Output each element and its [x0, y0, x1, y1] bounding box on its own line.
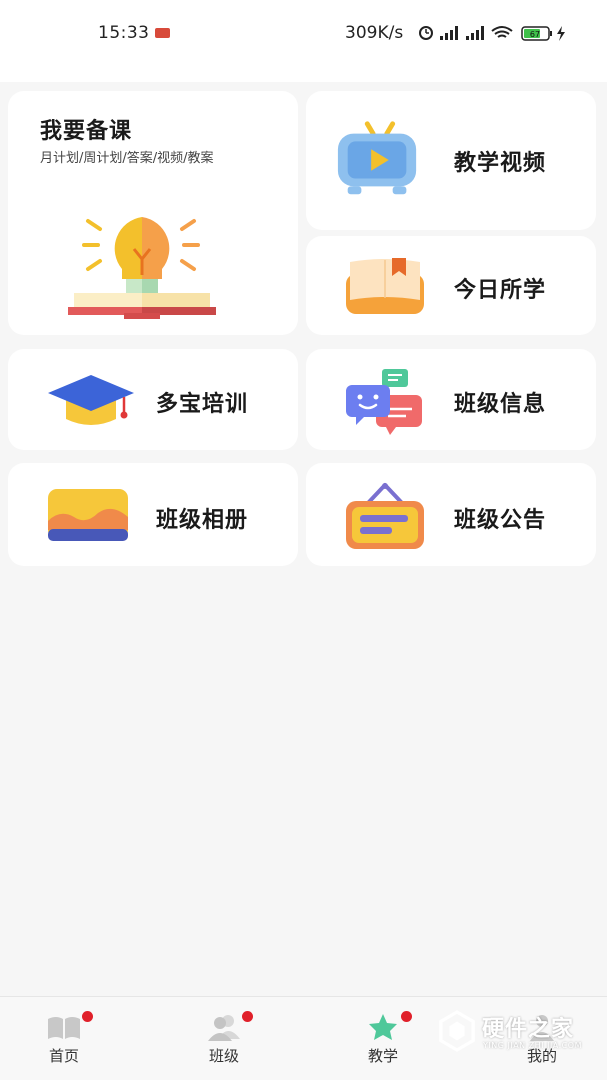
duobao-training-card[interactable]: 多宝培训	[8, 349, 298, 450]
watermark-text: 硬件之家	[482, 1017, 575, 1042]
tv-play-icon	[337, 121, 417, 195]
status-icons: 67	[419, 26, 565, 41]
tab-home-notification-dot	[82, 1011, 93, 1022]
class-notice-title: 班级公告	[454, 508, 547, 533]
class-album-card[interactable]: 班级相册	[8, 463, 298, 566]
class-notice-card[interactable]: 班级公告	[306, 463, 596, 566]
tab-teaching[interactable]: 教学	[333, 997, 433, 1080]
status-time: 15:33	[98, 23, 150, 43]
today-learning-title: 今日所学	[454, 278, 547, 303]
tab-class-notification-dot	[242, 1011, 253, 1022]
watermark-subtext: YING JIAN ZHI JIA.COM	[483, 1041, 582, 1050]
class-info-title: 班级信息	[454, 392, 547, 417]
users-icon	[208, 1015, 240, 1041]
network-speed: 309K/s	[345, 23, 404, 43]
battery-icon: 67	[521, 26, 552, 41]
charging-icon	[557, 26, 565, 41]
svg-text:67: 67	[530, 30, 540, 39]
watermark: 硬件之家 YING JIAN ZHI JIA.COM	[438, 1008, 598, 1068]
graduation-cap-icon	[48, 375, 134, 425]
class-album-title: 班级相册	[156, 508, 249, 533]
prepare-lesson-card[interactable]: 我要备课 月计划/周计划/答案/视频/教案	[8, 91, 298, 335]
tab-home-label: 首页	[48, 1047, 79, 1065]
tab-teaching-notification-dot	[401, 1011, 412, 1022]
duobao-training-title: 多宝培训	[156, 392, 249, 417]
teaching-video-card[interactable]: 教学视频	[306, 91, 596, 230]
chat-bubbles-icon	[346, 369, 422, 435]
star-icon	[369, 1014, 397, 1040]
tab-teaching-label: 教学	[367, 1047, 398, 1065]
wifi-icon	[491, 26, 513, 38]
class-info-card[interactable]: 班级信息	[306, 349, 596, 450]
signal-icon	[440, 26, 458, 40]
teaching-video-title: 教学视频	[454, 151, 547, 176]
book-icon	[48, 1017, 80, 1039]
today-learning-card[interactable]: 今日所学	[306, 236, 596, 335]
status-bar: 15:33 309K/s 67	[0, 0, 607, 82]
prepare-lesson-title: 我要备课	[40, 119, 133, 144]
notification-badge-icon	[155, 28, 170, 38]
watermark-logo-icon	[439, 1010, 475, 1052]
tab-class[interactable]: 班级	[174, 997, 274, 1080]
tab-home[interactable]: 首页	[14, 997, 114, 1080]
photo-album-icon	[48, 489, 128, 541]
tab-class-label: 班级	[208, 1047, 239, 1065]
signal-icon	[466, 26, 484, 40]
alarm-icon	[419, 26, 433, 40]
notice-board-icon	[346, 483, 424, 549]
prepare-lesson-subtitle: 月计划/周计划/答案/视频/教案	[40, 151, 214, 166]
lightbulb-book-icon	[68, 217, 216, 319]
bookmark-book-icon	[346, 258, 424, 314]
